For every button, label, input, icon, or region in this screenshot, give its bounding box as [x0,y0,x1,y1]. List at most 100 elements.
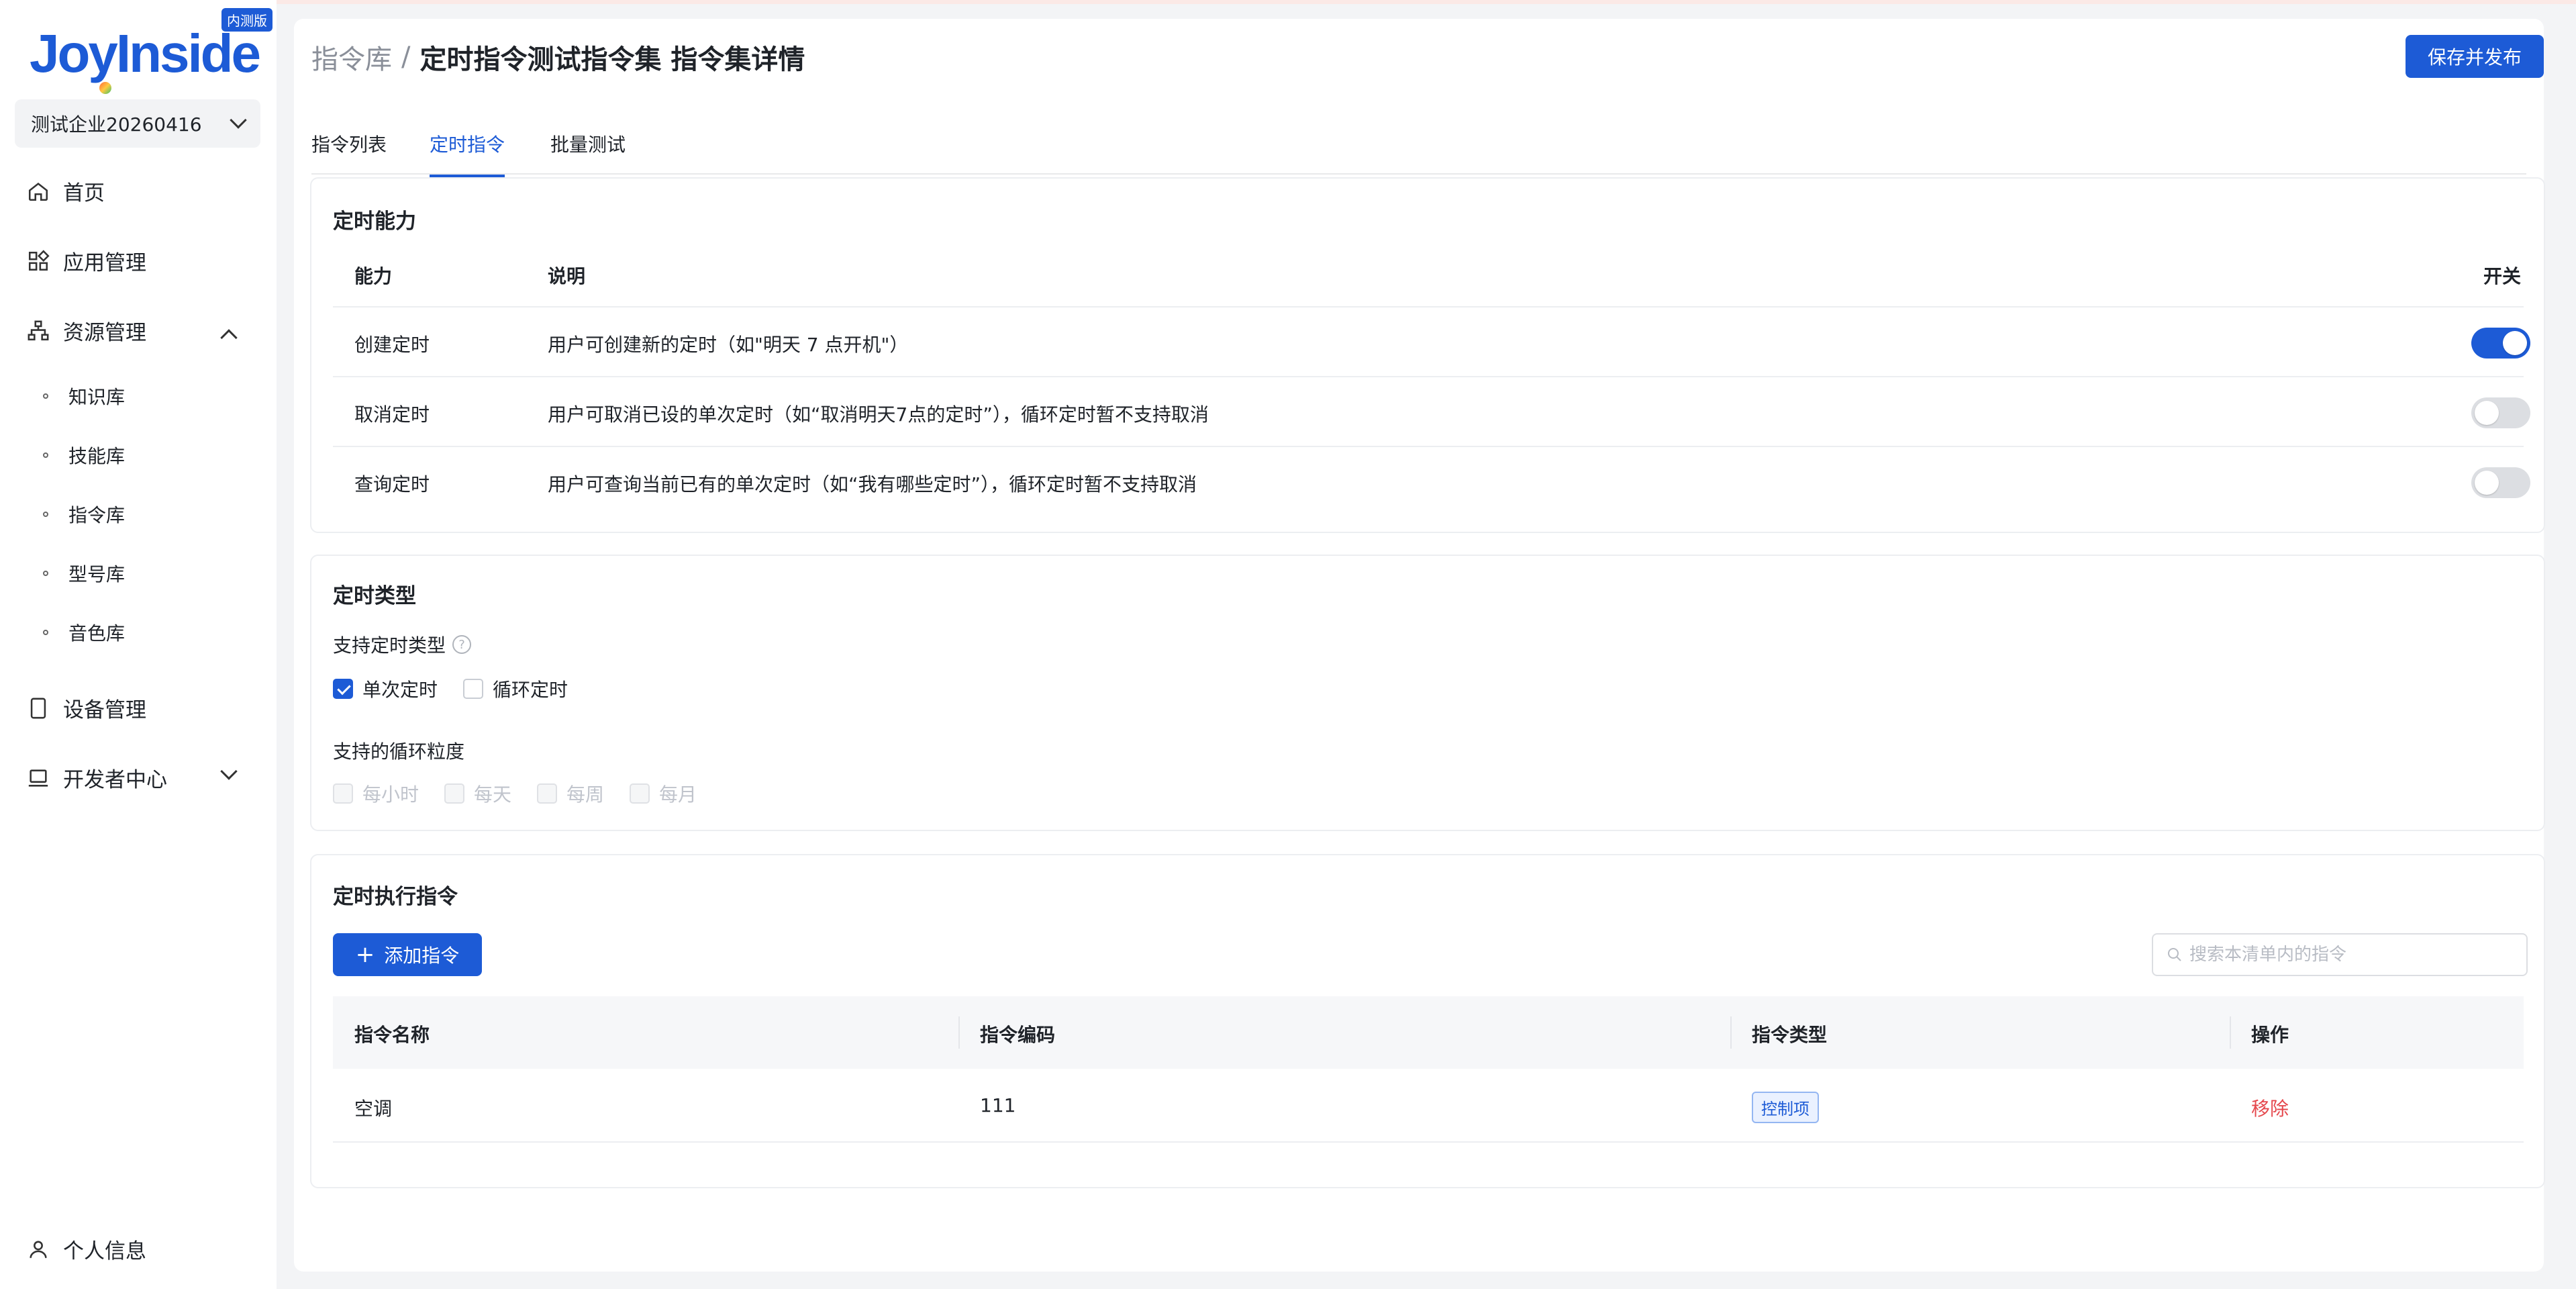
table-row: 查询定时 用户可查询当前已有的单次定时（如“我有哪些定时”），循环定时暂不支持取… [333,447,2530,517]
chevron-up-icon[interactable] [220,329,238,346]
sidebar-subitem-knowledge[interactable]: 知识库 [43,383,125,410]
chevron-down-icon [230,111,247,129]
add-command-button[interactable]: + 添加指令 [333,933,482,976]
column-divider [958,1016,960,1049]
label-text: 支持的循环粒度 [333,741,465,763]
search-icon [2168,948,2181,961]
sidebar-item-developer[interactable]: 开发者中心 [27,763,167,793]
sidebar-subitem-voices[interactable]: 音色库 [43,619,125,646]
checkbox-disabled-icon [537,783,557,804]
company-selector[interactable]: 测试企业20260416 [15,99,260,148]
column-header: 开关 [2483,265,2522,287]
sidebar-subitem-models[interactable]: 型号库 [43,560,125,587]
column-header: 指令类型 [1752,1024,1828,1046]
column-header: 说明 [548,265,586,287]
checkbox-label: 循环定时 [493,679,568,701]
bullet-icon [43,512,48,517]
checkbox-single-timer[interactable]: 单次定时 [333,675,438,702]
checkbox-weekly[interactable]: 每周 [537,780,604,807]
sitemap-icon [28,320,49,340]
command-name: 空调 [354,1098,393,1120]
card-title: 定时类型 [333,584,416,608]
column-header: 指令名称 [354,1024,430,1046]
sidebar-item-label: 开发者中心 [63,768,167,792]
chevron-down-icon[interactable] [220,763,238,780]
tab-command-list[interactable]: 指令列表 [311,130,387,175]
home-icon [28,182,48,201]
timer-commands-card: 定时执行指令 + 添加指令 指令名称 指令编码 指令类型 操作 空调 111 控… [310,854,2545,1188]
timer-capabilities-card: 定时能力 能力 说明 开关 创建定时 用户可创建新的定时（如"明天 7 点开机"… [310,177,2545,533]
tablet-icon [30,698,46,718]
add-command-label: 添加指令 [384,945,460,967]
table-header-row: 能力 说明 开关 [333,240,2524,307]
save-publish-button[interactable]: 保存并发布 [2406,35,2544,78]
sidebar-subitem-label: 知识库 [68,386,126,408]
capability-name: 取消定时 [354,403,430,426]
breadcrumb-separator: / [401,42,411,73]
sidebar-item-label: 应用管理 [63,251,146,275]
sidebar-item-resources[interactable]: 资源管理 [27,316,146,346]
toggle-query-timer[interactable] [2471,467,2530,498]
sidebar-subitem-label: 音色库 [68,622,126,644]
checkbox-checked-icon [333,679,353,699]
checkbox-daily[interactable]: 每天 [444,780,511,807]
checkbox-label: 每月 [659,783,697,806]
checkbox-label: 每周 [566,783,605,806]
timer-types-card: 定时类型 支持定时类型 ? 单次定时 循环定时 支持的循环粒度 每小时 每天 每… [310,555,2545,831]
bullet-icon [43,571,48,576]
sidebar-item-label: 个人信息 [63,1239,146,1263]
toggle-create-timer[interactable] [2471,328,2530,359]
brand-name: JoyInside [30,23,261,83]
logo-dot-icon [99,82,111,94]
sidebar-item-label: 设备管理 [63,698,146,722]
bullet-icon [43,630,48,635]
sidebar-subitem-skills[interactable]: 技能库 [43,442,125,469]
checkbox-hourly[interactable]: 每小时 [333,780,419,807]
sidebar-subitem-label: 技能库 [68,445,126,467]
tab-bar: 指令列表 定时指令 批量测试 [311,110,2526,177]
supported-types-label: 支持定时类型 ? [333,631,472,658]
checkbox-disabled-icon [444,783,464,804]
sidebar-subitem-label: 指令库 [68,504,126,526]
plus-icon: + [355,941,375,968]
column-header: 能力 [354,265,393,287]
breadcrumb: 指令库 / 定时指令测试指令集 指令集详情 [311,38,805,77]
remove-command-link[interactable]: 移除 [2251,1094,2289,1121]
column-divider [1730,1016,1732,1049]
sidebar-item-devices[interactable]: 设备管理 [27,693,146,723]
column-header: 操作 [2251,1024,2289,1046]
help-icon[interactable]: ? [452,635,472,654]
checkbox-disabled-icon [630,783,650,804]
sidebar-item-profile[interactable]: 个人信息 [27,1234,146,1264]
search-input[interactable] [2189,945,2512,965]
command-search[interactable] [2152,933,2528,976]
laptop-icon [28,769,48,787]
sidebar-item-apps[interactable]: 应用管理 [27,246,146,276]
top-accent-line [0,0,2576,4]
bullet-icon [43,393,48,399]
label-text: 支持定时类型 [333,634,446,657]
table-row: 取消定时 用户可取消已设的单次定时（如“取消明天7点的定时”），循环定时暂不支持… [333,377,2530,447]
capability-desc: 用户可查询当前已有的单次定时（如“我有哪些定时”），循环定时暂不支持取消 [548,473,1197,495]
toggle-cancel-timer[interactable] [2471,397,2530,428]
checkbox-label: 单次定时 [362,679,438,701]
user-icon [30,1240,47,1258]
save-publish-label: 保存并发布 [2427,46,2522,68]
table-row: 创建定时 用户可创建新的定时（如"明天 7 点开机"） [333,307,2530,377]
sidebar-subitem-commands[interactable]: 指令库 [43,501,125,528]
checkbox-recurring-timer[interactable]: 循环定时 [463,675,568,702]
checkbox-monthly[interactable]: 每月 [630,780,697,807]
tab-batch-test[interactable]: 批量测试 [550,130,626,175]
capability-desc: 用户可创建新的定时（如"明天 7 点开机"） [548,334,909,356]
tab-timer-commands[interactable]: 定时指令 [430,130,505,177]
capability-name: 查询定时 [354,473,430,495]
column-divider [2230,1016,2231,1049]
granularity-label: 支持的循环粒度 [333,737,464,764]
company-name: 测试企业20260416 [31,113,202,136]
table-row: 空调 111 控制项 移除 [333,1069,2524,1143]
checkbox-disabled-icon [333,783,353,804]
card-title: 定时执行指令 [333,885,458,909]
breadcrumb-root-link[interactable]: 指令库 [311,38,392,77]
bullet-icon [43,452,48,458]
sidebar-item-home[interactable]: 首页 [27,176,105,206]
